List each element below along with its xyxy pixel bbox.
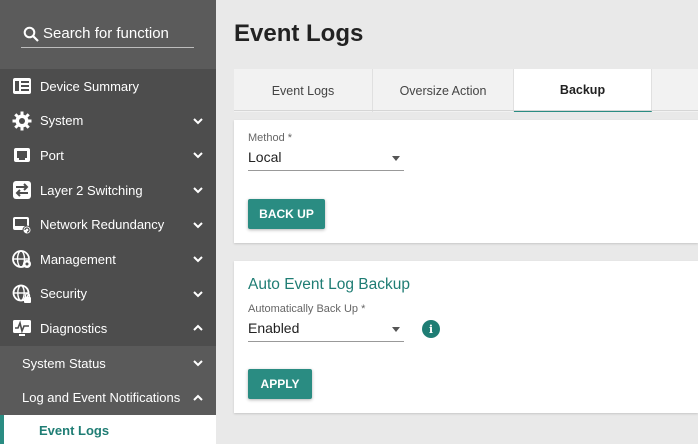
chevron-down-icon bbox=[193, 187, 203, 194]
sidebar-item-security[interactable]: Security bbox=[0, 277, 216, 312]
sidebar-item-management[interactable]: Management bbox=[0, 242, 216, 277]
sidebar-item-layer2-switching[interactable]: Layer 2 Switching bbox=[0, 173, 216, 208]
chevron-up-icon bbox=[193, 394, 203, 401]
sidebar-item-system[interactable]: System bbox=[0, 104, 216, 139]
port-icon bbox=[11, 144, 33, 166]
sidebar-item-label: Device Summary bbox=[40, 78, 139, 94]
search-placeholder: Search for function bbox=[43, 25, 169, 42]
search-area: Search for function bbox=[0, 0, 216, 69]
sidebar-item-label: Port bbox=[40, 147, 64, 163]
tab-event-logs[interactable]: Event Logs bbox=[234, 69, 373, 112]
auto-backup-card: Auto Event Log Backup Automatically Back… bbox=[234, 261, 698, 413]
sidebar-item-label: Diagnostics bbox=[40, 320, 108, 336]
chevron-down-icon bbox=[193, 118, 203, 125]
chevron-down-icon bbox=[193, 256, 203, 263]
sidebar-item-log-and-event-notifications[interactable]: Log and Event Notifications bbox=[0, 380, 216, 415]
switching-icon bbox=[11, 179, 33, 201]
diagnostics-icon bbox=[11, 317, 33, 339]
chevron-down-icon bbox=[193, 360, 203, 367]
sidebar-item-diagnostics[interactable]: Diagnostics bbox=[0, 311, 216, 346]
method-select[interactable]: Local bbox=[248, 147, 404, 171]
sidebar-item-label: Layer 2 Switching bbox=[40, 182, 143, 198]
security-globe-icon bbox=[11, 283, 33, 305]
redundancy-icon bbox=[11, 214, 33, 236]
sidebar-item-label: Management bbox=[40, 251, 116, 267]
page-title: Event Logs bbox=[234, 20, 364, 47]
tab-backup[interactable]: Backup bbox=[514, 69, 652, 112]
main-content: Event Logs Event Logs Oversize Action Ba… bbox=[216, 0, 698, 444]
tab-bar: Event Logs Oversize Action Backup bbox=[234, 69, 698, 112]
info-icon[interactable]: i bbox=[422, 320, 440, 338]
sidebar: Search for function Device Summary Syste… bbox=[0, 0, 216, 444]
method-value: Local bbox=[248, 149, 282, 165]
dropdown-caret-icon bbox=[392, 156, 400, 161]
apply-button[interactable]: APPLY bbox=[248, 369, 312, 399]
chevron-down-icon bbox=[193, 152, 203, 159]
chevron-down-icon bbox=[193, 221, 203, 229]
method-label: Method * bbox=[248, 132, 293, 144]
auto-backup-select[interactable]: Enabled bbox=[248, 318, 404, 342]
tab-oversize-action[interactable]: Oversize Action bbox=[373, 69, 514, 112]
backup-card: Method * Local BACK UP bbox=[234, 120, 698, 243]
sidebar-item-network-redundancy[interactable]: Network Redundancy bbox=[0, 207, 216, 242]
sidebar-item-event-logs[interactable]: Event Logs bbox=[0, 414, 216, 444]
sidebar-item-label: Security bbox=[40, 286, 87, 302]
management-icon bbox=[11, 248, 33, 270]
sidebar-item-label: Network Redundancy bbox=[40, 217, 165, 233]
chevron-down-icon bbox=[193, 291, 203, 298]
tab-divider bbox=[234, 110, 698, 111]
auto-backup-value: Enabled bbox=[248, 320, 300, 336]
sidebar-item-port[interactable]: Port bbox=[0, 138, 216, 173]
device-summary-icon bbox=[11, 75, 33, 97]
sidebar-item-label: Log and Event Notifications bbox=[22, 390, 181, 406]
sidebar-item-label: Event Logs bbox=[39, 423, 110, 439]
sidebar-item-label: System bbox=[40, 113, 84, 129]
sidebar-item-device-summary[interactable]: Device Summary bbox=[0, 69, 216, 104]
gear-icon bbox=[11, 110, 33, 132]
chevron-up-icon bbox=[193, 325, 203, 332]
auto-backup-label: Automatically Back Up * bbox=[248, 303, 366, 315]
search-icon bbox=[23, 26, 39, 42]
search-input[interactable]: Search for function bbox=[21, 20, 194, 48]
section-title: Auto Event Log Backup bbox=[248, 276, 411, 293]
sidebar-item-system-status[interactable]: System Status bbox=[0, 345, 216, 381]
sidebar-item-label: System Status bbox=[22, 355, 106, 371]
back-up-button[interactable]: BACK UP bbox=[248, 199, 325, 229]
dropdown-caret-icon bbox=[392, 327, 400, 332]
